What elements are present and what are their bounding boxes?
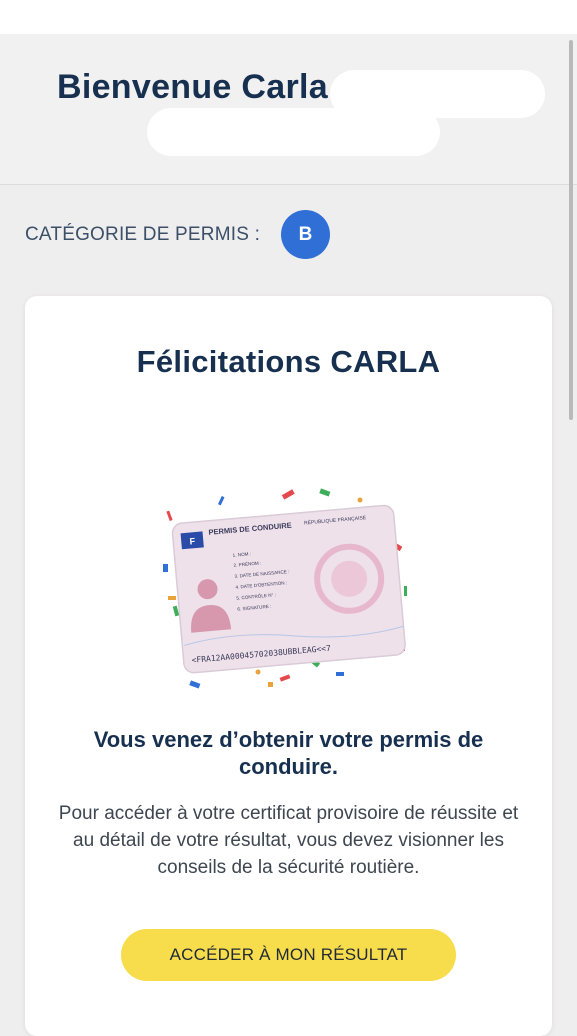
welcome-title: Bienvenue Carla: [57, 68, 328, 106]
permit-category-label: CATÉGORIE DE PERMIS :: [25, 224, 261, 245]
status-bar-area: [0, 0, 577, 34]
driving-license-illustration: F PERMIS DE CONDUIRE RÉPUBLIQUE FRANÇAIS…: [163, 488, 407, 689]
redaction-mask: [147, 108, 440, 156]
congrats-title: Félicitations CARLA: [136, 344, 441, 379]
divider: [0, 184, 577, 185]
result-description: Pour accéder à votre certificat provisoi…: [58, 803, 519, 878]
result-subtitle: Vous venez d’obtenir votre permis de con…: [93, 727, 484, 779]
access-result-button[interactable]: ACCÉDER À MON RÉSULTAT: [121, 929, 456, 981]
permit-category-badge: B: [281, 210, 330, 259]
